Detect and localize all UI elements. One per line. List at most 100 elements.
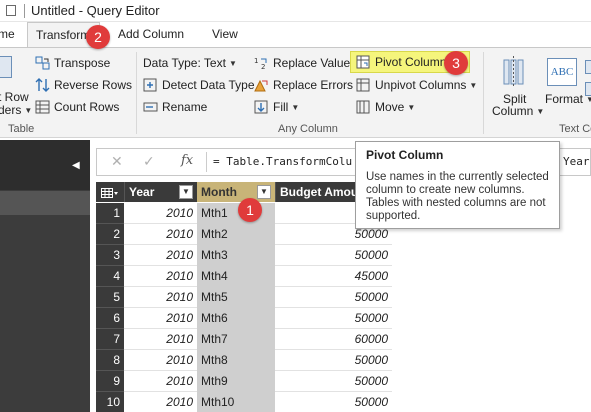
quick-access-icon[interactable] xyxy=(6,5,16,16)
use-first-row-button-line1[interactable]: t Row xyxy=(0,90,29,104)
year-cell[interactable]: 2010 xyxy=(124,245,197,266)
row-number-cell[interactable]: 4 xyxy=(96,266,124,287)
callout-badge: 3 xyxy=(444,51,468,75)
month-cell[interactable]: Mth4 xyxy=(197,266,275,287)
row-number-cell[interactable]: 3 xyxy=(96,245,124,266)
column-header-year[interactable]: Year ▼ xyxy=(124,182,197,202)
month-cell[interactable]: Mth10 xyxy=(197,392,275,412)
budget-amount-cell[interactable]: 50000 xyxy=(275,245,392,266)
budget-amount-cell[interactable]: 45000 xyxy=(275,266,392,287)
year-cell[interactable]: 2010 xyxy=(124,308,197,329)
unpivot-columns-label: Unpivot Columns xyxy=(375,78,467,92)
svg-text:2: 2 xyxy=(261,63,265,70)
collapse-pane-icon[interactable]: ◀ xyxy=(72,160,80,171)
table-row[interactable]: 9 2010 Mth9 50000 xyxy=(96,371,392,392)
unpivot-columns-dropdown[interactable]: Unpivot Columns ▼ xyxy=(356,78,477,92)
svg-text:1: 1 xyxy=(254,57,258,65)
column-header-label: Year xyxy=(129,185,155,199)
year-cell[interactable]: 2010 xyxy=(124,371,197,392)
column-filter-icon[interactable]: ▼ xyxy=(257,185,271,199)
formula-input[interactable]: = Table.TransformColu xyxy=(213,155,352,168)
unpivot-columns-icon xyxy=(356,78,372,92)
move-dropdown[interactable]: Move ▼ xyxy=(356,100,415,114)
column-header-month[interactable]: Month ▼ xyxy=(197,182,275,202)
row-number-cell[interactable]: 8 xyxy=(96,350,124,371)
selected-query-item[interactable] xyxy=(0,191,90,215)
row-number-cell[interactable]: 5 xyxy=(96,287,124,308)
pivot-column-label: Pivot Column xyxy=(375,55,447,69)
replace-values-button[interactable]: 12 Replace Values xyxy=(254,56,356,71)
chevron-down-icon: ▼ xyxy=(536,106,545,116)
table-row[interactable]: 2 2010 Mth2 50000 xyxy=(96,224,392,245)
row-number-cell[interactable]: 6 xyxy=(96,308,124,329)
year-cell[interactable]: 2010 xyxy=(124,329,197,350)
row-number-cell[interactable]: 7 xyxy=(96,329,124,350)
table-row[interactable]: 10 2010 Mth10 50000 xyxy=(96,392,392,412)
replace-errors-button[interactable]: Replace Errors xyxy=(254,78,353,92)
transpose-button[interactable]: Transpose xyxy=(35,56,110,70)
fill-label: Fill xyxy=(273,100,289,114)
text-column-group-label: Text Co xyxy=(559,123,591,135)
row-number-cell[interactable]: 9 xyxy=(96,371,124,392)
pivot-column-tooltip: Pivot Column Use names in the currently … xyxy=(355,141,560,229)
data-type-dropdown[interactable]: Data Type: Text ▼ xyxy=(143,56,237,70)
year-cell[interactable]: 2010 xyxy=(124,392,197,412)
use-first-row-icon xyxy=(0,56,12,78)
tab-home[interactable]: me xyxy=(0,27,15,41)
year-cell[interactable]: 2010 xyxy=(124,224,197,245)
budget-amount-cell[interactable]: 50000 xyxy=(275,308,392,329)
year-cell[interactable]: 2010 xyxy=(124,350,197,371)
cancel-formula-icon[interactable]: ✕ xyxy=(111,153,123,170)
use-first-row-button-line2[interactable]: ders ▼ xyxy=(0,103,32,117)
month-cell[interactable]: Mth5 xyxy=(197,287,275,308)
fx-icon[interactable]: fx xyxy=(181,153,193,168)
tab-view[interactable]: View xyxy=(212,27,238,41)
row-number-cell[interactable]: 2 xyxy=(96,224,124,245)
data-type-label: Data Type: Text xyxy=(143,56,226,70)
table-row[interactable]: 5 2010 Mth5 50000 xyxy=(96,287,392,308)
budget-amount-cell[interactable]: 50000 xyxy=(275,287,392,308)
extract-icon[interactable] xyxy=(585,82,591,96)
month-cell[interactable]: Mth1 xyxy=(197,203,275,224)
move-icon xyxy=(356,100,372,114)
table-row[interactable]: 8 2010 Mth8 50000 xyxy=(96,350,392,371)
table-row[interactable]: 3 2010 Mth3 50000 xyxy=(96,245,392,266)
queries-pane-header: ◀ xyxy=(0,140,90,190)
budget-amount-cell[interactable]: 50000 xyxy=(275,392,392,412)
split-column-button[interactable]: Column ▼ xyxy=(492,104,544,118)
year-cell[interactable]: 2010 xyxy=(124,266,197,287)
month-cell[interactable]: Mth2 xyxy=(197,224,275,245)
month-cell[interactable]: Mth8 xyxy=(197,350,275,371)
confirm-formula-icon[interactable]: ✓ xyxy=(143,153,155,170)
tab-add-column[interactable]: Add Column xyxy=(118,27,184,41)
column-filter-icon[interactable]: ▼ xyxy=(179,185,193,199)
fill-down-icon xyxy=(254,100,270,114)
year-cell[interactable]: 2010 xyxy=(124,287,197,308)
fill-dropdown[interactable]: Fill ▼ xyxy=(254,100,299,114)
detect-data-type-button[interactable]: Detect Data Type xyxy=(143,78,255,92)
count-rows-button[interactable]: Count Rows xyxy=(35,100,119,114)
month-cell[interactable]: Mth3 xyxy=(197,245,275,266)
rename-button[interactable]: Rename xyxy=(143,100,207,114)
row-number-cell[interactable]: 10 xyxy=(96,392,124,412)
year-cell[interactable]: 2010 xyxy=(124,203,197,224)
group-divider xyxy=(136,52,137,134)
month-cell[interactable]: Mth7 xyxy=(197,329,275,350)
table-row[interactable]: 4 2010 Mth4 45000 xyxy=(96,266,392,287)
titlebar-separator xyxy=(24,4,25,18)
table-menu-button[interactable] xyxy=(96,182,124,202)
month-cell[interactable]: Mth6 xyxy=(197,308,275,329)
table-row[interactable]: 7 2010 Mth7 60000 xyxy=(96,329,392,350)
budget-amount-cell[interactable]: 50000 xyxy=(275,371,392,392)
table-row[interactable]: 6 2010 Mth6 50000 xyxy=(96,308,392,329)
month-cell[interactable]: Mth9 xyxy=(197,371,275,392)
callout-badge: 1 xyxy=(238,198,262,222)
budget-amount-cell[interactable]: 50000 xyxy=(275,350,392,371)
table-group-label: Table xyxy=(8,123,35,135)
reverse-rows-button[interactable]: Reverse Rows xyxy=(35,78,132,92)
budget-amount-cell[interactable]: 60000 xyxy=(275,329,392,350)
rename-icon xyxy=(143,100,159,114)
merge-columns-icon[interactable] xyxy=(585,60,591,74)
row-number-cell[interactable]: 1 xyxy=(96,203,124,224)
transpose-icon xyxy=(35,56,51,70)
